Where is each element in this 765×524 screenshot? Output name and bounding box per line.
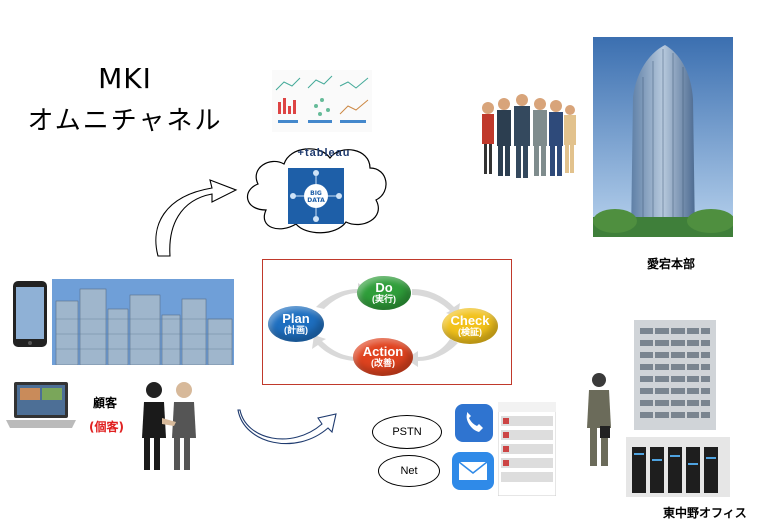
office-label: 東中野オフィス bbox=[663, 506, 747, 520]
office-building-image bbox=[634, 320, 716, 430]
pdca-check-sub: (検証) bbox=[458, 327, 482, 338]
pdca-action-sub: (改善) bbox=[371, 358, 395, 369]
pdca-plan-circle: Plan (計画) bbox=[268, 306, 324, 342]
business-team-image bbox=[482, 94, 576, 178]
pdca-check-circle: Check (検証) bbox=[442, 308, 498, 344]
pdca-plan-sub: (計画) bbox=[284, 325, 308, 336]
big-data-label: BIG DATA bbox=[307, 190, 325, 204]
mobile-app-screenshot bbox=[498, 402, 556, 496]
hq-building-image bbox=[593, 37, 733, 237]
net-bubble: Net bbox=[378, 455, 440, 487]
tableau-logo: +tableau bbox=[297, 147, 351, 159]
pdca-do-sub: (実行) bbox=[372, 294, 396, 305]
laptop-icon bbox=[6, 382, 76, 428]
server-room-image bbox=[626, 437, 730, 497]
diagram-title-line2: オムニチャネル bbox=[27, 106, 223, 136]
mail-icon bbox=[452, 452, 494, 490]
city-skyline-image bbox=[52, 279, 234, 365]
hq-label: 愛宕本部 bbox=[647, 257, 696, 271]
diagram-title-line1: MKI bbox=[98, 62, 152, 95]
phone-icon bbox=[455, 404, 493, 442]
curved-arrow-right bbox=[237, 409, 337, 445]
customer-handshake-image bbox=[142, 382, 196, 470]
businessman-image bbox=[587, 373, 611, 466]
curved-arrow-up bbox=[155, 179, 238, 257]
pdca-do-circle: Do (実行) bbox=[357, 276, 411, 310]
analytics-dashboard-image bbox=[272, 70, 372, 132]
pdca-action-circle: Action (改善) bbox=[353, 338, 413, 376]
smartphone-icon bbox=[13, 281, 47, 347]
customer-sub-label: (個客) bbox=[89, 420, 124, 434]
customer-label: 顧客 bbox=[93, 396, 118, 410]
pstn-bubble: PSTN bbox=[372, 415, 442, 449]
